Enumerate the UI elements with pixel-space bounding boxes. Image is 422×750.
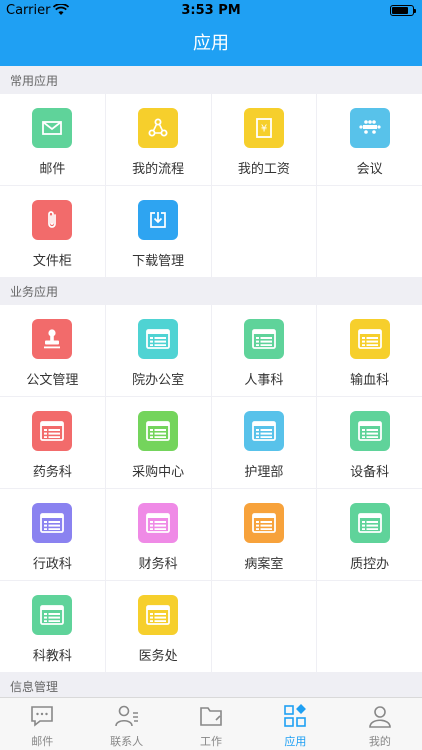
browser-window-icon (349, 411, 390, 451)
section-header: 常用应用 (10, 74, 59, 88)
app-tile[interactable]: 财务科 (105, 489, 211, 580)
download-icon (138, 200, 179, 240)
tab-label: 邮件 (31, 735, 54, 748)
app-label: 科教科 (32, 649, 72, 664)
folder-icon (198, 703, 224, 729)
workflow-icon (138, 108, 179, 148)
browser-window-icon (138, 319, 179, 359)
nav-bar: 应用 (0, 21, 422, 66)
tab-item[interactable]: 联系人 (84, 698, 168, 750)
app-label: 质控办 (350, 557, 390, 572)
browser-window-icon (349, 503, 390, 543)
app-tile[interactable]: 药务科 (0, 397, 105, 488)
app-label: 我的工资 (237, 162, 290, 177)
app-label: 人事科 (244, 373, 284, 388)
tab-bar: 邮件 联系人 工作 应用 我的 (0, 697, 422, 750)
browser-window-icon (243, 411, 284, 451)
app-label: 医务处 (138, 649, 178, 664)
tab-label: 应用 (284, 735, 307, 748)
page-title: 应用 (193, 33, 229, 54)
empty-cell (317, 581, 422, 672)
contacts-icon (114, 703, 140, 729)
app-tile[interactable]: 质控办 (317, 489, 422, 580)
browser-window-icon (138, 411, 179, 451)
app-tile[interactable]: 公文管理 (0, 305, 105, 396)
app-tile[interactable]: 会议 (317, 94, 422, 185)
app-label: 邮件 (39, 162, 66, 177)
salary-icon: ¥ (243, 108, 284, 148)
app-label: 护理部 (244, 465, 284, 480)
app-label: 设备科 (350, 465, 390, 480)
app-grid: 邮件 我的流程 ¥ 我的工资 会议文件柜 下载管理 (0, 94, 422, 277)
tab-item[interactable]: 我的 (338, 698, 422, 750)
app-tile[interactable]: 设备科 (317, 397, 422, 488)
empty-cell (211, 581, 317, 672)
apps-grid-icon (282, 703, 308, 729)
browser-window-icon (138, 595, 179, 635)
app-label: 院办公室 (132, 373, 185, 388)
app-tile[interactable]: 文件柜 (0, 186, 105, 277)
app-tile[interactable]: 邮件 (0, 94, 105, 185)
app-label: 文件柜 (32, 254, 72, 269)
app-label: 下载管理 (132, 254, 185, 269)
app-label: 公文管理 (26, 373, 79, 388)
tab-label: 工作 (200, 735, 223, 748)
mail-icon (32, 108, 73, 148)
app-label: 我的流程 (132, 162, 185, 177)
app-tile[interactable]: 行政科 (0, 489, 105, 580)
empty-cell (317, 186, 422, 277)
browser-window-icon (349, 319, 390, 359)
app-label: 会议 (356, 162, 383, 177)
app-tile[interactable]: 我的流程 (105, 94, 211, 185)
svg-text:¥: ¥ (261, 124, 267, 135)
app-tile[interactable]: 下载管理 (105, 186, 211, 277)
empty-cell (211, 186, 317, 277)
section-header: 信息管理 (10, 680, 59, 694)
app-label: 财务科 (138, 557, 178, 572)
stamp-icon (32, 319, 73, 359)
app-label: 采购中心 (132, 465, 185, 480)
browser-window-icon (32, 411, 73, 451)
app-tile[interactable]: ¥ 我的工资 (211, 94, 317, 185)
browser-window-icon (32, 503, 73, 543)
app-grid: 公文管理 院办公室 人事科 输血科药务科 采购中心 护理部 设备科行政科 财务科 病案室 质控办科… (0, 305, 422, 672)
battery-icon (390, 5, 416, 16)
tab-label: 联系人 (110, 735, 144, 748)
app-tile[interactable]: 护理部 (211, 397, 317, 488)
app-tile[interactable]: 采购中心 (105, 397, 211, 488)
app-label: 输血科 (350, 373, 390, 388)
app-label: 药务科 (32, 465, 72, 480)
paperclip-icon (32, 200, 73, 240)
app-tile[interactable]: 院办公室 (105, 305, 211, 396)
app-tile[interactable]: 医务处 (105, 581, 211, 672)
app-label: 病案室 (244, 557, 284, 572)
app-tile[interactable]: 病案室 (211, 489, 317, 580)
clock: 3:53 PM (181, 3, 241, 18)
meeting-icon (349, 108, 390, 148)
app-tile[interactable]: 人事科 (211, 305, 317, 396)
tab-item[interactable]: 邮件 (0, 698, 84, 750)
profile-icon (367, 703, 393, 729)
app-sections: 常用应用邮件 我的流程 ¥ 我的工资 会议文件柜 下载管理业务应用公文管理 院办公室 人事科 输… (0, 66, 422, 700)
chat-icon (29, 703, 55, 729)
tab-label: 我的 (368, 735, 391, 748)
app-label: 行政科 (32, 557, 72, 572)
app-tile[interactable]: 输血科 (317, 305, 422, 396)
tab-item[interactable]: 应用 (253, 698, 337, 750)
browser-window-icon (243, 319, 284, 359)
status-bar: Carrier 3:53 PM (0, 0, 422, 21)
app-tile[interactable]: 科教科 (0, 581, 105, 672)
browser-window-icon (138, 503, 179, 543)
section-header: 业务应用 (10, 285, 59, 299)
browser-window-icon (243, 503, 284, 543)
browser-window-icon (32, 595, 73, 635)
tab-item[interactable]: 工作 (169, 698, 253, 750)
